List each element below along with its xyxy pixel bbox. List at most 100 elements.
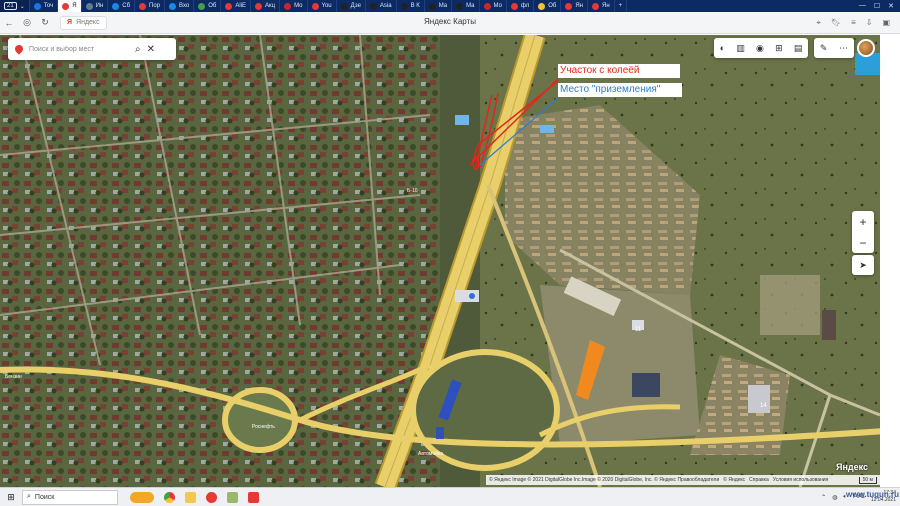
browser-tab[interactable]: Ян [561, 0, 588, 12]
search-input[interactable] [29, 45, 129, 53]
collections-icon[interactable]: ▣ [882, 18, 890, 28]
tab-favicon-icon [592, 2, 599, 10]
browser-tab[interactable]: В К [397, 0, 425, 12]
tab-label: Asia [379, 3, 392, 9]
browser-tab-strip: 21 ⌄ Точ Я Ин Сб Пор Вхо Об AliE Акц Мо You Дзе Asia… [0, 0, 900, 12]
browser-tab[interactable]: Об [194, 0, 222, 12]
tab-label: You [321, 3, 332, 9]
file-explorer-icon[interactable] [185, 491, 196, 503]
yandex-y-icon[interactable] [248, 491, 259, 503]
tab-label: Ян [602, 3, 610, 9]
tab-label: Точ [43, 3, 54, 9]
windows-taskbar: ⊞ ⌕ Поиск ⌃ ◍ 🔈︎ РУС 17:34 12.04.2021 [0, 487, 900, 506]
browser-tab[interactable]: Ин [82, 0, 109, 12]
browser-tab[interactable]: Asia [366, 0, 397, 12]
zoom-control: + − [852, 211, 874, 253]
clear-icon[interactable]: ✕ [147, 44, 155, 55]
browser-tab[interactable]: Ма [452, 0, 480, 12]
tab-favicon-icon [225, 2, 233, 10]
user-avatar[interactable] [857, 39, 875, 57]
back-icon[interactable]: ← [0, 18, 18, 28]
tab-favicon-icon [369, 2, 377, 10]
more-icon[interactable]: ⋯ [839, 43, 848, 54]
tab-label: фл [520, 3, 530, 9]
tab-label: Мо [294, 3, 303, 9]
tab-label: Ma [438, 3, 448, 9]
map-label-14: 14 [760, 403, 767, 409]
browser-tab[interactable]: Акц [251, 0, 281, 12]
tab-label: Дзе [350, 3, 361, 9]
tab-favicon-icon [565, 2, 573, 10]
navigation-arrow-icon: ➤ [859, 259, 867, 270]
map-attribution: © Яндекс Image © 2021 DigitalGlobe Inc.I… [486, 475, 880, 485]
yandex-browser-icon[interactable] [206, 491, 217, 503]
browser-tab[interactable]: фл [507, 0, 535, 12]
browser-tab[interactable]: Мо [280, 0, 308, 12]
locate-me-button[interactable]: ➤ [852, 255, 874, 275]
taskbar-search[interactable]: ⌕ Поиск [22, 489, 118, 505]
link-terms[interactable]: Условия использования [773, 477, 829, 483]
maximize-icon[interactable]: ☐ [874, 2, 880, 10]
panorama-icon[interactable]: ▥ [736, 43, 745, 54]
browser-tab[interactable]: You [308, 0, 337, 12]
chevron-up-icon[interactable]: ⌃ [821, 494, 826, 501]
tab-label: Ян [575, 3, 583, 9]
tab-favicon-icon [85, 2, 93, 10]
url-field[interactable]: Я Яндекс [60, 15, 107, 30]
browser-tab[interactable]: Дзе [337, 0, 366, 12]
bookmark-icon[interactable]: 🔖︎ [831, 18, 841, 28]
browser-tab[interactable]: Об [534, 0, 562, 12]
network-icon[interactable]: ◍ [832, 494, 837, 501]
traffic-icon[interactable]: ◉ [756, 43, 764, 54]
windows-start-icon[interactable]: ⊞ [0, 492, 22, 503]
zoom-in-button[interactable]: + [859, 215, 866, 229]
screen: 21 ⌄ Точ Я Ин Сб Пор Вхо Об AliE Акц Мо You Дзе Asia… [0, 0, 900, 506]
map-label-bottom: Автомойка [418, 450, 443, 457]
yandex-logo: Яндекс [836, 462, 869, 472]
annotation-landing: Место "приземления" [558, 83, 682, 97]
new-tab-button[interactable]: + [615, 0, 628, 12]
browser-tab[interactable]: Пор [135, 0, 166, 12]
layers-icon[interactable]: ◐ [720, 43, 725, 53]
browser-tab[interactable]: AliE [221, 0, 252, 12]
browser-tab[interactable]: Я [58, 0, 82, 12]
watermark: www.tugun.ru [846, 490, 900, 499]
tab-favicon-icon [510, 2, 518, 10]
pen-app-icon[interactable] [227, 491, 238, 503]
close-icon[interactable]: ✕ [888, 2, 894, 10]
address-bar-actions: ⌖ 🔖︎ ≡ ⇩ ▣ [816, 18, 900, 28]
reload-icon[interactable]: ↻ [36, 17, 54, 28]
tab-favicon-icon [255, 2, 263, 10]
tab-favicon-icon [284, 2, 292, 10]
parking-icon[interactable]: ▤ [794, 43, 803, 54]
browser-tab[interactable]: Ma [425, 0, 453, 12]
browser-tab[interactable]: Ян [588, 0, 615, 12]
tab-favicon-icon [538, 2, 546, 10]
ruler-icon[interactable]: ✎ [820, 43, 828, 54]
satellite-map[interactable]: Б-10 11 14 Роснефть Бензин Автомойка ⌕ ✕… [0, 35, 900, 487]
downloads-icon[interactable]: ⇩ [866, 18, 873, 28]
fish-app-icon[interactable] [130, 491, 154, 503]
address-bar: ← ◎ ↻ Я Яндекс Яндекс Карты ⌖ 🔖︎ ≡ ⇩ ▣ [0, 12, 900, 34]
search-icon[interactable]: ⌕ [135, 44, 141, 55]
browser-tab[interactable]: Сб [108, 0, 136, 12]
minimize-icon[interactable]: — [859, 2, 866, 10]
map-tools: ✎ ⋯ [814, 38, 854, 58]
location-icon[interactable]: ⌖ [816, 18, 821, 28]
menu-icon[interactable]: ≡ [851, 18, 856, 28]
chevron-down-icon: ⌄ [19, 3, 25, 10]
tab-counter[interactable]: 21 ⌄ [0, 0, 30, 12]
chrome-icon[interactable] [164, 491, 175, 503]
link-yandex[interactable]: © Яндекс [723, 477, 745, 483]
yandex-letter-icon: Я [67, 19, 73, 26]
tab-label: Я [72, 3, 77, 9]
transport-icon[interactable]: ⊞ [775, 43, 783, 54]
tab-label: Вхо [179, 3, 190, 9]
link-help[interactable]: Справка [749, 477, 769, 483]
browser-tab[interactable]: Вхо [165, 0, 195, 12]
browser-tab[interactable]: Мо [480, 0, 507, 12]
zoom-out-button[interactable]: − [859, 236, 866, 250]
browser-tab[interactable]: Точ [30, 0, 59, 12]
yandex-button-icon[interactable]: ◎ [18, 17, 36, 28]
tab-favicon-icon [428, 2, 436, 10]
